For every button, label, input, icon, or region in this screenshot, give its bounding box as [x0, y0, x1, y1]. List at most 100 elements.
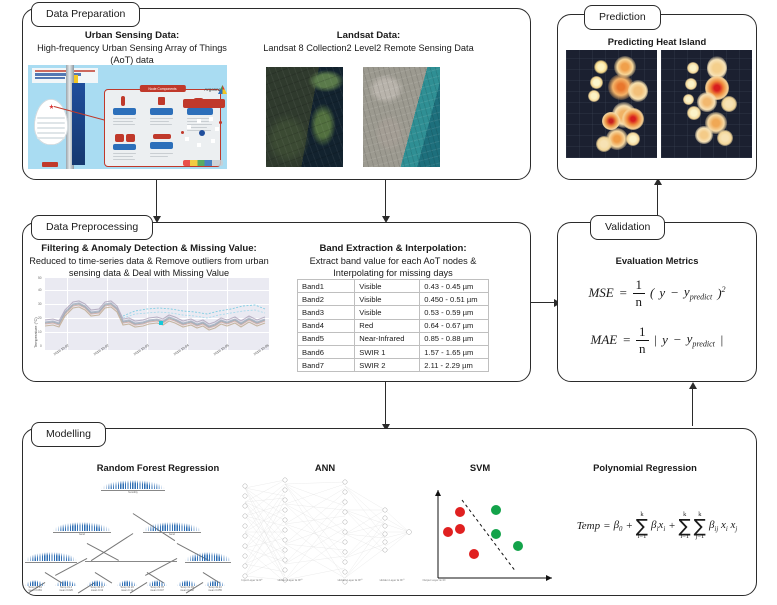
mse-close-paren: )2: [717, 285, 725, 301]
aot-red-box-3: [153, 134, 171, 139]
data-preparation-tag: Data Preparation: [31, 2, 141, 27]
sum1-sigma: ∑: [635, 515, 649, 537]
svm-point-red: [455, 524, 465, 534]
leaf-label: Temp 31.09 mean 0.062: [180, 586, 194, 592]
tree-leaf: Temp 32.20 mean 0.11: [117, 580, 137, 593]
heat-blob: [717, 130, 733, 146]
ann-layer-label-hidden-1: Hidden Layer ∈ R³⁰: [277, 578, 303, 582]
tree-node: band: [53, 522, 111, 536]
y-tick-label: 0: [40, 344, 42, 348]
y-tick-label: 50: [38, 276, 42, 280]
band-cell-name: Band5: [296, 331, 356, 346]
data-preprocessing-tag: Data Preprocessing: [31, 215, 154, 240]
aot-red-box-2: [126, 134, 135, 142]
aot-red-box-1: [115, 134, 124, 142]
heat-blob: [588, 90, 600, 102]
svm-point-green: [491, 505, 501, 515]
urban-sensing-subtitle: High-frequency Urban Sensing Array of Th…: [37, 43, 227, 66]
landsat-block: Landsat Data: Landsat 8 Collection2 Leve…: [256, 30, 481, 55]
poly-term-1: βixi: [651, 519, 665, 533]
aot-text-line: [113, 159, 135, 160]
node-histogram: [101, 480, 165, 489]
poly-beta0-sub: 0: [619, 526, 623, 534]
poly-term2-sub: ij: [714, 526, 719, 534]
evaluation-metrics-title: Evaluation Metrics: [615, 255, 699, 266]
aot-text-line: [113, 118, 136, 119]
table-row: Band3 Visible 0.53 - 0.59 µm: [296, 305, 489, 320]
table-row: Band1 Visible 0.43 - 0.45 µm: [296, 278, 489, 294]
leaf-histogram: [25, 580, 45, 586]
node-histogram: [53, 522, 111, 531]
ann-title: ANN: [314, 462, 336, 473]
mse-y: y: [659, 285, 666, 300]
poly-beta0: β0: [614, 519, 623, 533]
mae-minus: −: [672, 332, 682, 347]
sum1-lower-limit: i=1: [637, 532, 647, 540]
temperature-time-series-chart: 50 40 30 20 10 0: [38, 276, 269, 350]
flow-arrow-prep-to-preproc-1: [156, 180, 158, 218]
mae-close-bar: |: [719, 332, 724, 347]
sum3-sigma: ∑: [693, 515, 706, 537]
poly-term2-x2sub: j: [735, 526, 738, 534]
band-cell-range: 0.53 - 0.59 µm: [419, 305, 489, 320]
band-extraction-title: Band Extraction & Interpolation:: [319, 243, 467, 254]
leaf-histogram: [117, 580, 137, 586]
aot-argonne-server-box: [183, 99, 225, 108]
prediction-tag: Prediction: [584, 5, 661, 30]
aot-text-line: [150, 156, 168, 157]
band-cell-type: SWIR 2: [354, 358, 421, 373]
y-tick-label: 10: [38, 330, 42, 334]
svm-point-red: [455, 507, 465, 517]
aot-box-4: [113, 144, 136, 150]
tree-node: [85, 552, 137, 562]
aot-text-line: [113, 156, 133, 157]
band-cell-type: Near-Infrared: [354, 331, 421, 346]
filtering-subtitle: Reduced to time-series data & Remove out…: [29, 256, 269, 279]
tree-node: [25, 552, 77, 563]
flow-arrowhead-up: [688, 382, 697, 389]
polynomial-regression-formula: Temp = β0 + k ∑ i=1 βixi + k ∑ i=1 k ∑ j…: [552, 511, 762, 540]
series-paths: [45, 300, 266, 331]
band-cell-name: Band3: [296, 305, 356, 320]
heat-blob: [685, 78, 697, 90]
ann-network-diagram: [237, 476, 412, 588]
poly-lhs: Temp: [576, 520, 601, 533]
filtering-title: Filtering & Anomaly Detection & Missing …: [41, 243, 257, 254]
tree-node: [185, 552, 231, 563]
heat-island-map-scenario-b: [661, 50, 752, 158]
mse-ypredict: ypredict: [684, 284, 712, 302]
poly-plus-1: +: [625, 520, 633, 533]
mse-denominator: n: [635, 294, 643, 309]
aot-icon-2: [158, 97, 165, 105]
band-cell-name: Band1: [296, 278, 356, 294]
random-forest-title: Random Forest Regression: [96, 462, 220, 473]
flow-arrow-preproc-to-modelling: [385, 382, 387, 426]
heat-blob: [687, 62, 699, 74]
poly-summation-3: k ∑ j=1: [693, 511, 706, 540]
heat-blob: [590, 76, 603, 89]
mae-open-bar: |: [653, 332, 658, 347]
aot-text-line: [150, 124, 172, 125]
band-table-wrapper: Band1 Visible 0.43 - 0.45 µm Band2 Visible 0…: [296, 278, 489, 373]
svm-point-red: [469, 549, 479, 559]
aot-box-3: [187, 108, 213, 115]
landsat-scene-truecolor: [363, 67, 440, 167]
flow-arrow-modelling-to-validation: [692, 388, 694, 426]
tree-leaf: Temp 30.97 mean 0.13: [87, 580, 107, 593]
aot-card-caption: Node Components: [139, 85, 186, 93]
heat-blob: [721, 96, 737, 112]
flow-arrow-prep-to-preproc-2: [385, 180, 387, 218]
heat-blob: [622, 108, 644, 130]
mae-denominator: n: [639, 341, 646, 356]
band-cell-type: Red: [354, 318, 421, 333]
aot-box-2: [150, 108, 173, 115]
heat-blob: [695, 126, 713, 144]
polynomial-regression-title: Polynomial Regression: [593, 462, 697, 473]
node-axis: [185, 561, 231, 563]
node-axis: [85, 561, 137, 562]
leaf-label: Temp 30.97 mean 0.13: [90, 586, 104, 592]
y-tick-label: 40: [38, 288, 42, 292]
mse-formula: MSE = 1 n ( y − ypredict )2: [557, 278, 757, 308]
node-label: band: [169, 532, 175, 536]
svm-point-green: [513, 541, 523, 551]
